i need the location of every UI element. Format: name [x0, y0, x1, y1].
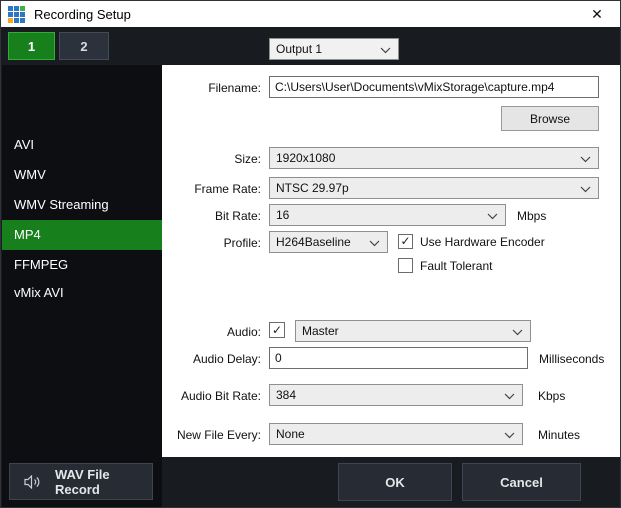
use-hardware-encoder-label: Use Hardware Encoder [420, 234, 545, 250]
bit-rate-label: Bit Rate: [167, 208, 261, 224]
audio-bit-rate-unit: Kbps [538, 388, 565, 404]
bit-rate-select-value: 16 [276, 208, 289, 222]
checkmark-icon: ✓ [400, 235, 410, 248]
chevron-down-icon [504, 432, 515, 439]
vmix-logo-icon [8, 6, 25, 23]
browse-button[interactable]: Browse [501, 106, 599, 131]
size-label: Size: [167, 151, 261, 167]
output-tab-2[interactable]: 2 [59, 32, 109, 60]
audio-checkbox[interactable]: ✓ [269, 322, 285, 338]
audio-label: Audio: [167, 324, 261, 340]
bit-rate-unit: Mbps [517, 208, 546, 224]
filename-input[interactable] [269, 76, 599, 98]
audio-delay-input[interactable] [269, 347, 528, 369]
close-icon[interactable]: ✕ [574, 1, 620, 27]
speaker-icon [24, 475, 41, 489]
frame-rate-label: Frame Rate: [167, 181, 261, 197]
fault-tolerant-checkbox[interactable] [398, 258, 413, 273]
output-select[interactable]: Output 1 [269, 38, 399, 60]
cancel-button[interactable]: Cancel [462, 463, 581, 501]
size-select[interactable]: 1920x1080 [269, 147, 599, 169]
recording-setup-dialog: Recording Setup ✕ 1 2 Output 1 AVI WMV W… [0, 0, 621, 508]
audio-source-select[interactable]: Master [295, 320, 531, 342]
audio-bit-rate-select-value: 384 [276, 388, 296, 402]
audio-source-select-value: Master [302, 324, 339, 338]
bit-rate-select[interactable]: 16 [269, 204, 506, 226]
frame-rate-select-value: NTSC 29.97p [276, 181, 349, 195]
audio-delay-label: Audio Delay: [167, 351, 261, 367]
new-file-every-select-value: None [276, 427, 305, 441]
new-file-every-select[interactable]: None [269, 423, 523, 445]
filename-label: Filename: [167, 80, 261, 96]
chevron-down-icon [580, 156, 591, 163]
size-select-value: 1920x1080 [276, 151, 335, 165]
sidebar-item-wmv-streaming[interactable]: WMV Streaming [2, 190, 162, 220]
chevron-down-icon [487, 213, 498, 220]
sidebar-item-wmv[interactable]: WMV [2, 160, 162, 190]
wav-file-record-label: WAV File Record [55, 467, 152, 497]
fault-tolerant-label: Fault Tolerant [420, 258, 493, 274]
output-select-value: Output 1 [276, 42, 322, 56]
profile-select[interactable]: H264Baseline [269, 231, 388, 253]
sidebar-item-avi[interactable]: AVI [2, 130, 162, 160]
format-sidebar: AVI WMV WMV Streaming MP4 FFMPEG vMix AV… [2, 65, 162, 508]
output-tab-1[interactable]: 1 [8, 32, 55, 60]
checkmark-icon: ✓ [272, 324, 282, 337]
ok-button[interactable]: OK [338, 463, 452, 501]
chevron-down-icon [512, 329, 523, 336]
audio-delay-unit: Milliseconds [539, 351, 604, 367]
sidebar-item-ffmpeg[interactable]: FFMPEG [2, 250, 162, 280]
window-title: Recording Setup [34, 7, 131, 22]
new-file-every-label: New File Every: [167, 427, 261, 443]
titlebar[interactable]: Recording Setup ✕ [1, 1, 620, 27]
profile-select-value: H264Baseline [276, 235, 351, 249]
audio-bit-rate-select[interactable]: 384 [269, 384, 523, 406]
new-file-every-unit: Minutes [538, 427, 580, 443]
use-hardware-encoder-checkbox[interactable]: ✓ [398, 234, 413, 249]
chevron-down-icon [380, 47, 391, 54]
frame-rate-select[interactable]: NTSC 29.97p [269, 177, 599, 199]
sidebar-item-mp4[interactable]: MP4 [2, 220, 162, 250]
chevron-down-icon [580, 186, 591, 193]
sidebar-item-vmix-avi[interactable]: vMix AVI [2, 278, 162, 308]
chevron-down-icon [504, 393, 515, 400]
profile-label: Profile: [167, 235, 261, 251]
audio-bit-rate-label: Audio Bit Rate: [167, 388, 261, 404]
wav-file-record-button[interactable]: WAV File Record [9, 463, 153, 500]
chevron-down-icon [369, 240, 380, 247]
